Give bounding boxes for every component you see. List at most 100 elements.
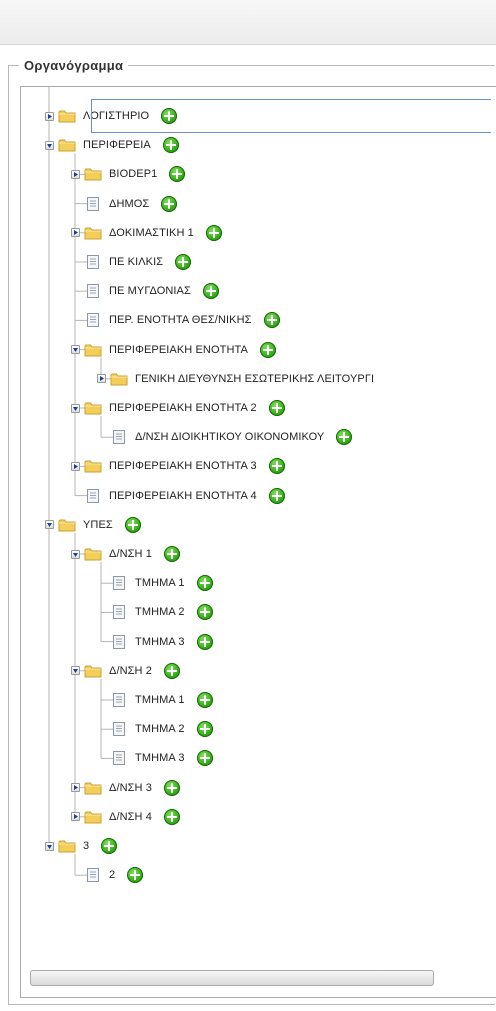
collapse-toggle-icon[interactable] <box>71 403 80 413</box>
expand-toggle-icon[interactable] <box>45 111 54 121</box>
tree-node[interactable]: ΥΠΕΣ <box>45 515 141 535</box>
tree-node[interactable]: ΤΜΗΜΑ 2 <box>97 719 213 739</box>
tree-node[interactable]: ΓΕΝΙΚΗ ΔΙΕΥΘΥΝΣΗ ΕΣΩΤΕΡΙΚΗΣ ΛΕΙΤΟΥΡΓΙ <box>97 369 374 389</box>
tree-node[interactable]: Δ/ΝΣΗ 3 <box>71 778 180 798</box>
folder-icon <box>83 225 103 241</box>
tree-node-label[interactable]: Δ/ΝΣΗ 1 <box>109 548 152 560</box>
add-circle-icon[interactable] <box>268 458 285 475</box>
tree-node[interactable]: ΔΗΜΟΣ <box>71 194 178 214</box>
add-circle-icon[interactable] <box>196 692 213 708</box>
selected-node-highlight <box>91 99 491 133</box>
add-circle-icon[interactable] <box>268 487 285 504</box>
add-circle-icon[interactable] <box>205 224 222 241</box>
tree-node-label[interactable]: Δ/ΝΣΗ 3 <box>109 782 152 794</box>
tree-node[interactable]: ΤΜΗΜΑ 1 <box>97 573 213 593</box>
tree-node-label[interactable]: ΠΕΡΙΦΕΡΕΙΑΚΗ ΕΝΟΤΗΤΑ 3 <box>109 460 257 472</box>
tree-node[interactable]: 3 <box>45 836 118 856</box>
tree-node[interactable]: ΤΜΗΜΑ 3 <box>97 632 213 652</box>
tree-node[interactable]: ΤΜΗΜΑ 3 <box>97 748 213 768</box>
add-circle-icon[interactable] <box>196 721 213 738</box>
document-icon <box>109 575 129 591</box>
tree-node[interactable]: ΠΕΡΙΦΕΡΕΙΑΚΗ ΕΝΟΤΗΤΑ 2 <box>71 398 285 418</box>
tree-node-label[interactable]: ΠΕΡΙΦΕΡΕΙΑΚΗ ΕΝΟΤΗΤΑ <box>109 344 248 356</box>
add-circle-icon[interactable] <box>161 195 178 212</box>
collapse-toggle-icon[interactable] <box>71 666 80 676</box>
document-icon <box>83 196 103 212</box>
tree-node-label[interactable]: ΔΟΚΙΜΑΣΤΙΚΗ 1 <box>109 227 194 239</box>
collapse-toggle-icon[interactable] <box>71 549 80 559</box>
expand-toggle-icon[interactable] <box>97 374 106 384</box>
tree-node[interactable]: Δ/ΝΣΗ 1 <box>71 544 180 564</box>
tree-node-label[interactable]: BIODEP1 <box>109 168 157 180</box>
folder-icon <box>57 108 77 124</box>
tree-node-label[interactable]: ΠΕ ΚΙΛΚΙΣ <box>109 256 163 268</box>
tree-node-label[interactable]: 2 <box>109 869 115 881</box>
expand-toggle-icon[interactable] <box>71 783 80 793</box>
add-circle-icon[interactable] <box>196 604 213 621</box>
expand-toggle-icon[interactable] <box>71 169 80 179</box>
tree-node-label[interactable]: Δ/ΝΣΗ 2 <box>109 665 152 677</box>
tree-node-label[interactable]: ΥΠΕΣ <box>83 519 113 531</box>
add-circle-icon[interactable] <box>162 137 179 154</box>
tree-node-label[interactable]: 3 <box>83 840 89 852</box>
tree-node-label[interactable]: ΤΜΗΜΑ 1 <box>135 694 185 706</box>
tree-node[interactable]: Δ/ΝΣΗ 4 <box>71 807 180 827</box>
tree-node-label[interactable]: ΠΕ ΜΥΓΔΟΝΙΑΣ <box>109 285 191 297</box>
tree-node-label[interactable]: ΠΕΡ. ΕΝΟΤΗΤΑ ΘΕΣ/ΝΙΚΗΣ <box>109 314 252 326</box>
tree-node[interactable]: ΠΕΡΙΦΕΡΕΙΑΚΗ ΕΝΟΤΗΤΑ 3 <box>71 456 285 476</box>
tree-node-label[interactable]: Δ/ΝΣΗ ΔΙΟΙΚΗΤΙΚΟΥ ΟΙΚΟΝΟΜΙΚΟΥ <box>135 431 324 443</box>
add-circle-icon[interactable] <box>196 633 213 650</box>
tree-node[interactable]: BIODEP1 <box>71 164 186 184</box>
add-circle-icon[interactable] <box>124 516 141 533</box>
add-circle-icon[interactable] <box>175 254 192 270</box>
tree-node-label[interactable]: ΔΗΜΟΣ <box>109 198 149 210</box>
tree-node[interactable]: ΤΜΗΜΑ 1 <box>97 690 213 710</box>
tree-node-label[interactable]: ΠΕΡΙΦΕΡΕΙΑΚΗ ΕΝΟΤΗΤΑ 4 <box>109 490 257 502</box>
collapse-toggle-icon[interactable] <box>71 345 80 355</box>
add-circle-icon[interactable] <box>163 808 180 825</box>
tree-node-label[interactable]: ΤΜΗΜΑ 2 <box>135 606 185 618</box>
add-circle-icon[interactable] <box>196 575 213 592</box>
collapse-toggle-icon[interactable] <box>45 520 54 530</box>
tree-node-label[interactable]: ΤΜΗΜΑ 3 <box>135 752 185 764</box>
tree-node[interactable]: ΠΕΡΙΦΕΡΕΙΑΚΗ ΕΝΟΤΗΤΑ <box>71 340 276 360</box>
add-circle-icon[interactable] <box>163 779 180 796</box>
horizontal-scrollbar[interactable] <box>30 970 434 986</box>
tree-node[interactable]: ΠΕ ΜΥΓΔΟΝΙΑΣ <box>71 281 219 301</box>
add-circle-icon[interactable] <box>336 429 353 446</box>
org-chart-tree-panel[interactable]: ΛΟΓΙΣΤΗΡΙΟ ΠΕΡΙΦΕΡΕΙΑ BIODEP1 ΔΗΜΟΣ ΔΟΚΙΜΑΣΤ… <box>20 86 496 998</box>
tree-node-label[interactable]: ΠΕΡΙΦΕΡΕΙΑΚΗ ΕΝΟΤΗΤΑ 2 <box>109 402 257 414</box>
tree-node[interactable]: Δ/ΝΣΗ 2 <box>71 661 180 681</box>
tree-node[interactable]: ΤΜΗΜΑ 2 <box>97 602 213 622</box>
expand-toggle-icon[interactable] <box>71 812 80 822</box>
add-circle-icon[interactable] <box>163 546 180 562</box>
collapse-toggle-icon[interactable] <box>45 140 54 150</box>
add-circle-icon[interactable] <box>127 867 144 884</box>
tree-node[interactable]: ΔΟΚΙΜΑΣΤΙΚΗ 1 <box>71 223 222 243</box>
add-circle-icon[interactable] <box>202 283 219 300</box>
collapse-toggle-icon[interactable] <box>45 841 54 851</box>
tree-node-label[interactable]: Δ/ΝΣΗ 4 <box>109 811 152 823</box>
expand-toggle-icon[interactable] <box>71 461 80 471</box>
tree-node-label[interactable]: ΤΜΗΜΑ 2 <box>135 723 185 735</box>
add-circle-icon[interactable] <box>268 400 285 416</box>
tree-node[interactable]: ΠΕΡΙΦΕΡΕΙΑ <box>45 135 179 155</box>
add-circle-icon[interactable] <box>196 750 213 767</box>
add-circle-icon[interactable] <box>101 838 118 854</box>
add-circle-icon[interactable] <box>169 166 186 183</box>
add-circle-icon[interactable] <box>263 312 280 329</box>
tree-node[interactable]: ΠΕΡ. ΕΝΟΤΗΤΑ ΘΕΣ/ΝΙΚΗΣ <box>71 310 280 330</box>
tree-node[interactable]: ΠΕΡΙΦΕΡΕΙΑΚΗ ΕΝΟΤΗΤΑ 4 <box>71 486 285 506</box>
tree-node[interactable]: 2 <box>71 865 144 885</box>
tree-node-label[interactable]: ΠΕΡΙΦΕΡΕΙΑ <box>83 139 151 151</box>
expand-toggle-icon[interactable] <box>71 228 80 238</box>
tree-node[interactable]: ΠΕ ΚΙΛΚΙΣ <box>71 252 192 272</box>
tree-node-label[interactable]: ΤΜΗΜΑ 3 <box>135 636 185 648</box>
tree-node-label[interactable]: ΤΜΗΜΑ 1 <box>135 577 185 589</box>
folder-icon <box>83 780 103 796</box>
tree-node-label[interactable]: ΓΕΝΙΚΗ ΔΙΕΥΘΥΝΣΗ ΕΣΩΤΕΡΙΚΗΣ ΛΕΙΤΟΥΡΓΙ <box>135 373 374 385</box>
tree-node[interactable]: Δ/ΝΣΗ ΔΙΟΙΚΗΤΙΚΟΥ ΟΙΚΟΝΟΜΙΚΟΥ <box>97 427 353 447</box>
add-circle-icon[interactable] <box>259 341 276 358</box>
folder-icon <box>83 400 103 416</box>
add-circle-icon[interactable] <box>163 662 180 679</box>
